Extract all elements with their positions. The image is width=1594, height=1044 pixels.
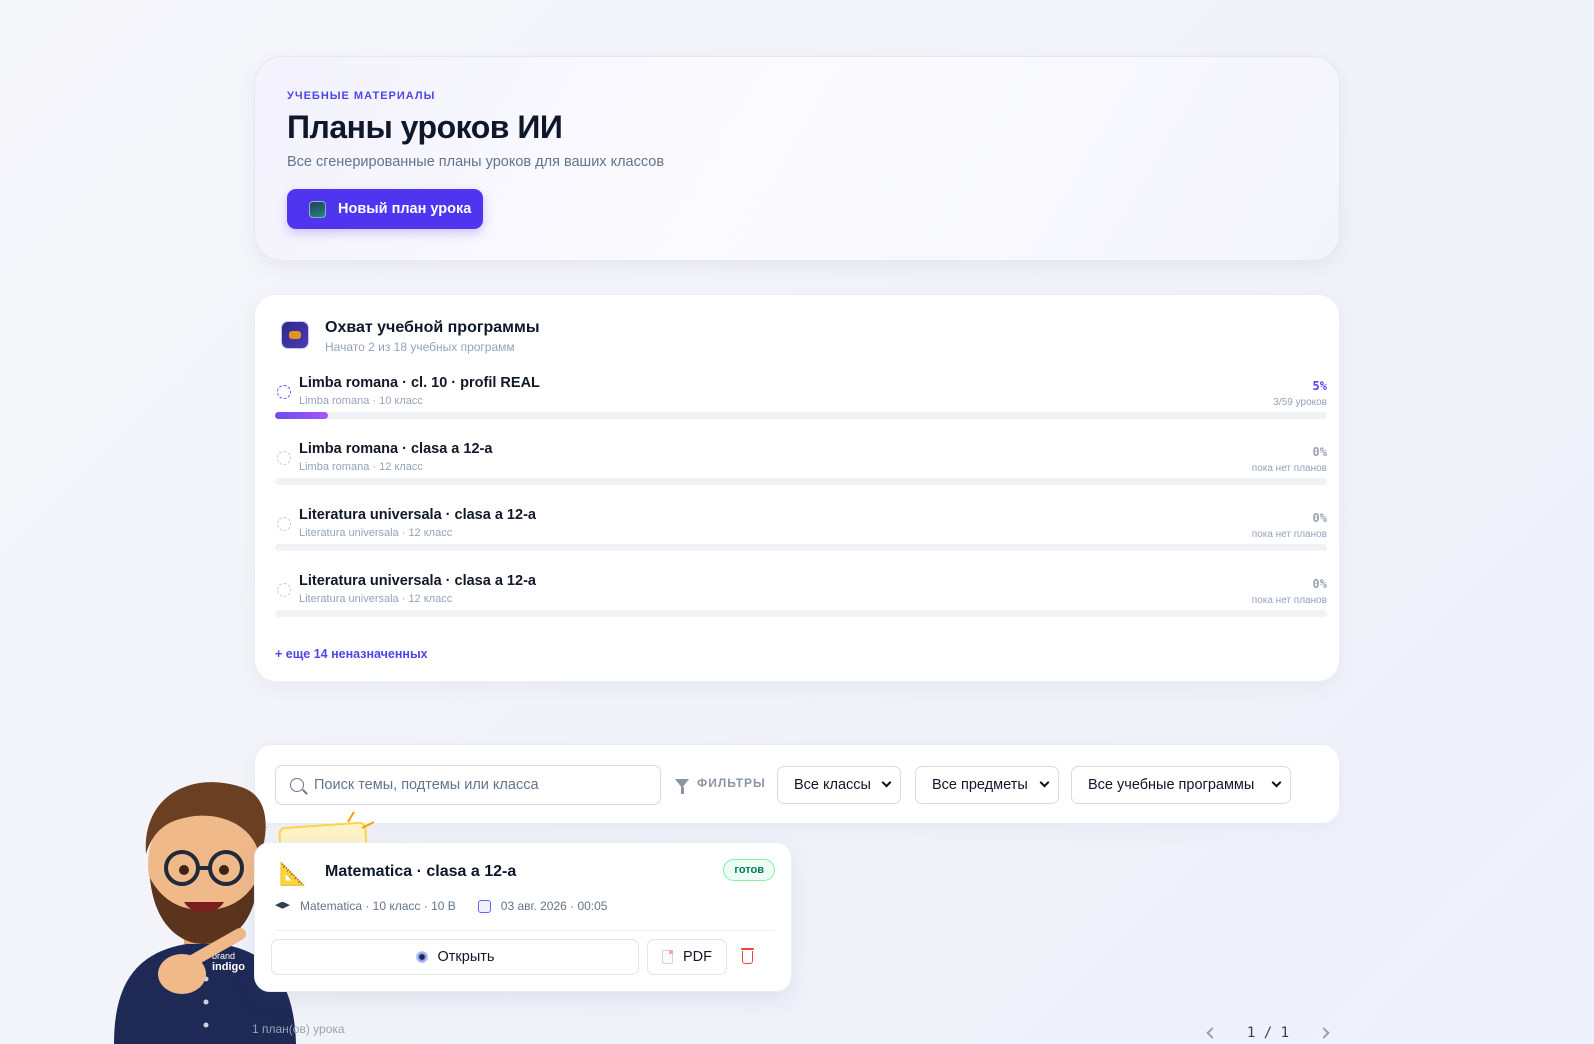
coverage-row-count: пока нет планов xyxy=(1251,595,1327,606)
page-title: Планы уроков ИИ xyxy=(287,109,563,145)
delete-button[interactable] xyxy=(741,947,755,965)
coverage-title: Охват учебной программы xyxy=(325,319,540,336)
progress-fill xyxy=(275,412,328,419)
coverage-row-count: пока нет планов xyxy=(1251,463,1327,474)
page: УЧЕБНЫЕ МАТЕРИАЛЫ Планы уроков ИИ Все сг… xyxy=(0,0,1594,1044)
triangle-ruler-icon: 📐 xyxy=(279,861,307,886)
progress-track xyxy=(275,478,1327,485)
new-lesson-plan-button[interactable]: Новый план урока xyxy=(287,189,483,229)
progress-track xyxy=(275,610,1327,617)
progress-track xyxy=(275,544,1327,551)
status-dot-icon xyxy=(277,583,291,597)
hero-card: УЧЕБНЫЕ МАТЕРИАЛЫ Планы уроков ИИ Все сг… xyxy=(254,56,1340,261)
funnel-icon xyxy=(675,778,689,794)
coverage-row-meta: Limba romana · 10 класс xyxy=(299,395,423,407)
show-unassigned-link[interactable]: + еще 14 неназначенных xyxy=(275,647,428,661)
coverage-row-name: Literatura universala · clasa a 12-a xyxy=(299,507,536,523)
coverage-row-name: Limba romana · cl. 10 · profil REAL xyxy=(299,375,540,391)
coverage-row-name: Literatura universala · clasa a 12-a xyxy=(299,573,536,589)
curriculum-icon xyxy=(281,321,309,349)
book-sparkle-icon xyxy=(309,200,326,218)
trash-icon xyxy=(742,951,753,964)
subject-select-value: Все предметы xyxy=(932,777,1028,793)
curriculum-coverage-card: Охват учебной программы Начато 2 из 18 у… xyxy=(254,294,1340,682)
filters-label: ФИЛЬТРЫ xyxy=(675,776,766,794)
class-select-value: Все классы xyxy=(794,777,871,793)
open-lesson-label: Открыть xyxy=(437,949,495,965)
lesson-plan-card[interactable]: 📐 Matematica · clasa a 12-a готов Matema… xyxy=(254,842,792,992)
filter-bar: ФИЛЬТРЫ Все классы Все предметы Все учеб… xyxy=(254,744,1340,824)
coverage-row-percent: 0% xyxy=(1312,577,1327,591)
program-select-value: Все учебные программы xyxy=(1088,777,1255,793)
calendar-icon xyxy=(477,899,491,913)
plans-count: 1 план(ов) урока xyxy=(252,1022,345,1036)
divider xyxy=(275,930,775,931)
coverage-row-percent: 5% xyxy=(1312,379,1327,393)
page-indicator: 1 / 1 xyxy=(1246,1025,1290,1041)
page-subtitle: Все сгенерированные планы уроков для ваш… xyxy=(287,154,665,170)
coverage-row-count: пока нет планов xyxy=(1251,529,1327,540)
coverage-row[interactable]: Limba romana · clasa a 12-a Limba romana… xyxy=(275,437,1327,495)
coverage-row-count: 3/59 уроков xyxy=(1273,397,1327,408)
shirt-brand-text: indigo xyxy=(212,961,245,973)
chevron-right-icon[interactable] xyxy=(1318,1027,1330,1039)
pdf-button[interactable]: PDF xyxy=(647,939,727,975)
chevron-down-icon xyxy=(1271,777,1282,788)
status-dot-icon xyxy=(277,385,291,399)
status-badge: готов xyxy=(723,859,775,881)
new-lesson-plan-label: Новый план урока xyxy=(338,201,472,217)
open-lesson-button[interactable]: Открыть xyxy=(271,939,639,975)
status-dot-icon xyxy=(277,451,291,465)
chevron-down-icon xyxy=(1039,777,1050,788)
lesson-meta: Matematica · 10 класс · 10 В 03 авг. 202… xyxy=(275,899,607,913)
program-select[interactable]: Все учебные программы xyxy=(1071,766,1291,804)
lesson-class-meta: Matematica · 10 класс · 10 В xyxy=(300,899,456,913)
progress-track xyxy=(275,412,1327,419)
filters-label-text: ФИЛЬТРЫ xyxy=(697,776,766,790)
status-dot-icon xyxy=(277,517,291,531)
lesson-date: 03 авг. 2026 · 00:05 xyxy=(500,899,608,913)
chevron-left-icon[interactable] xyxy=(1206,1027,1218,1039)
coverage-row[interactable]: Limba romana · cl. 10 · profil REAL Limb… xyxy=(275,371,1327,429)
pagination: 1 / 1 xyxy=(1196,1018,1340,1044)
coverage-row-percent: 0% xyxy=(1312,511,1327,525)
lesson-title: Matematica · clasa a 12-a xyxy=(325,863,517,880)
pdf-label: PDF xyxy=(683,949,712,965)
coverage-row-meta: Literatura universala · 12 класс xyxy=(299,593,453,605)
hero-eyebrow: УЧЕБНЫЕ МАТЕРИАЛЫ xyxy=(287,90,436,102)
subject-select[interactable]: Все предметы xyxy=(915,766,1059,804)
coverage-row-meta: Literatura universala · 12 класс xyxy=(299,527,453,539)
coverage-subtitle: Начато 2 из 18 учебных программ xyxy=(325,340,515,354)
chevron-down-icon xyxy=(881,777,892,788)
coverage-row[interactable]: Literatura universala · clasa a 12-a Lit… xyxy=(275,503,1327,561)
coverage-row-percent: 0% xyxy=(1312,445,1327,459)
class-select[interactable]: Все классы xyxy=(777,766,901,804)
graduation-cap-icon xyxy=(275,901,290,909)
coverage-row-name: Limba romana · clasa a 12-a xyxy=(299,441,493,457)
trash-icon xyxy=(741,948,754,950)
coverage-row[interactable]: Literatura universala · clasa a 12-a Lit… xyxy=(275,569,1327,627)
document-icon xyxy=(662,950,673,964)
coverage-row-meta: Limba romana · 12 класс xyxy=(299,461,423,473)
eye-icon xyxy=(415,951,428,963)
